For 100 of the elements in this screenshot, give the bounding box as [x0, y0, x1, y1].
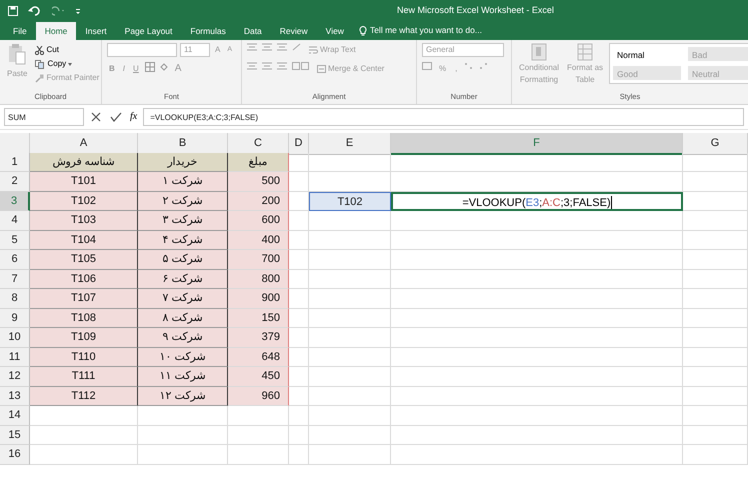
empty-cell[interactable] [309, 386, 391, 406]
font-name-field[interactable] [107, 43, 177, 57]
empty-cell[interactable] [391, 328, 683, 348]
indent-icon[interactable] [292, 62, 310, 70]
empty-cell[interactable] [309, 211, 391, 230]
empty-cell[interactable] [391, 230, 683, 250]
row-header[interactable]: 11 [0, 348, 30, 367]
column-header[interactable]: B [138, 133, 228, 155]
tell-me-field[interactable]: Tell me what you want to do... [352, 21, 488, 40]
row-header[interactable]: 3 [0, 192, 30, 211]
redo-icon[interactable] [52, 6, 66, 16]
formula-field[interactable]: =VLOOKUP(E3;A:C;3;FALSE) [143, 108, 744, 126]
column-header[interactable]: C [228, 133, 289, 155]
empty-cell[interactable] [309, 152, 391, 172]
empty-cell[interactable] [228, 445, 289, 464]
empty-cell[interactable] [289, 445, 309, 464]
row-header[interactable]: 12 [0, 367, 30, 386]
empty-cell[interactable] [309, 308, 391, 328]
formula-cell[interactable]: =VLOOKUP(E3;A:C;3;FALSE) [391, 192, 683, 211]
empty-cell[interactable] [683, 367, 748, 386]
empty-cell[interactable] [309, 348, 391, 367]
row-header[interactable]: 1 [0, 152, 30, 172]
empty-cell[interactable] [391, 250, 683, 270]
row-header[interactable]: 4 [0, 211, 30, 230]
empty-cell[interactable] [683, 328, 748, 348]
row-header[interactable]: 7 [0, 270, 30, 289]
customize-caret-icon[interactable] [76, 8, 81, 14]
column-header[interactable]: A [30, 133, 138, 155]
align-right-icon[interactable] [277, 62, 287, 70]
empty-cell[interactable] [138, 426, 228, 445]
empty-cell[interactable] [391, 289, 683, 308]
empty-cell[interactable] [683, 426, 748, 445]
empty-cell[interactable] [683, 192, 748, 211]
empty-cell[interactable] [683, 270, 748, 289]
column-header[interactable]: D [289, 133, 309, 155]
empty-cell[interactable] [391, 445, 683, 464]
column-header[interactable]: E [309, 133, 391, 155]
empty-cell[interactable] [391, 211, 683, 230]
empty-cell[interactable] [683, 308, 748, 328]
align-center-icon[interactable] [262, 62, 272, 70]
empty-cell[interactable] [289, 406, 309, 426]
empty-cell[interactable] [683, 406, 748, 426]
column-header[interactable]: G [683, 133, 748, 155]
empty-cell[interactable] [683, 230, 748, 250]
empty-cell[interactable] [309, 328, 391, 348]
empty-cell[interactable] [309, 289, 391, 308]
empty-cell[interactable] [391, 426, 683, 445]
empty-cell[interactable] [309, 445, 391, 464]
row-header[interactable]: 8 [0, 289, 30, 308]
empty-cell[interactable] [138, 406, 228, 426]
row-header[interactable]: 9 [0, 308, 30, 328]
empty-cell[interactable] [683, 445, 748, 464]
save-icon[interactable] [8, 6, 18, 16]
select-all-corner[interactable] [0, 133, 30, 155]
empty-cell[interactable] [391, 152, 683, 172]
empty-cell[interactable] [228, 426, 289, 445]
empty-cell[interactable] [683, 250, 748, 270]
ribbon-tab[interactable]: Formulas [181, 22, 235, 40]
ribbon-tab[interactable]: File [4, 22, 36, 40]
row-header[interactable]: 14 [0, 406, 30, 426]
undo-icon[interactable] [28, 6, 42, 16]
row-header[interactable]: 10 [0, 328, 30, 348]
empty-cell[interactable] [391, 367, 683, 386]
empty-cell[interactable] [309, 406, 391, 426]
empty-cell[interactable] [683, 348, 748, 367]
empty-cell[interactable] [309, 426, 391, 445]
empty-cell[interactable] [391, 348, 683, 367]
enter-icon[interactable] [108, 111, 124, 123]
row-header[interactable]: 13 [0, 386, 30, 406]
row-header[interactable]: 6 [0, 250, 30, 270]
empty-cell[interactable] [683, 386, 748, 406]
empty-cell[interactable] [683, 152, 748, 172]
empty-cell[interactable] [289, 426, 309, 445]
ribbon-tab[interactable]: View [316, 22, 353, 40]
empty-cell[interactable] [138, 445, 228, 464]
empty-cell[interactable] [391, 172, 683, 192]
empty-cell[interactable] [683, 172, 748, 192]
middle-align-icon[interactable] [262, 43, 272, 51]
bottom-align-icon[interactable] [277, 43, 287, 51]
empty-cell[interactable] [391, 308, 683, 328]
empty-cell[interactable] [683, 289, 748, 308]
empty-cell[interactable] [391, 406, 683, 426]
row-header[interactable]: 15 [0, 426, 30, 445]
empty-cell[interactable] [309, 230, 391, 250]
align-left-icon[interactable] [247, 62, 257, 70]
ribbon-tab[interactable]: Home [36, 22, 76, 40]
empty-cell[interactable] [683, 211, 748, 230]
ribbon-tab[interactable]: Review [270, 22, 317, 40]
insert-function-button[interactable]: fx [128, 110, 140, 124]
empty-cell[interactable] [309, 250, 391, 270]
ribbon-tab[interactable]: Data [234, 22, 271, 40]
column-header[interactable]: F [391, 133, 683, 155]
empty-cell[interactable] [228, 406, 289, 426]
ribbon-tab[interactable]: Insert [76, 22, 116, 40]
empty-cell[interactable] [391, 270, 683, 289]
name-box[interactable]: SUM [4, 108, 84, 126]
top-align-icon[interactable] [247, 43, 257, 51]
empty-cell[interactable] [309, 270, 391, 289]
ribbon-tab[interactable]: Page Layout [116, 22, 182, 40]
row-header[interactable]: 2 [0, 172, 30, 192]
